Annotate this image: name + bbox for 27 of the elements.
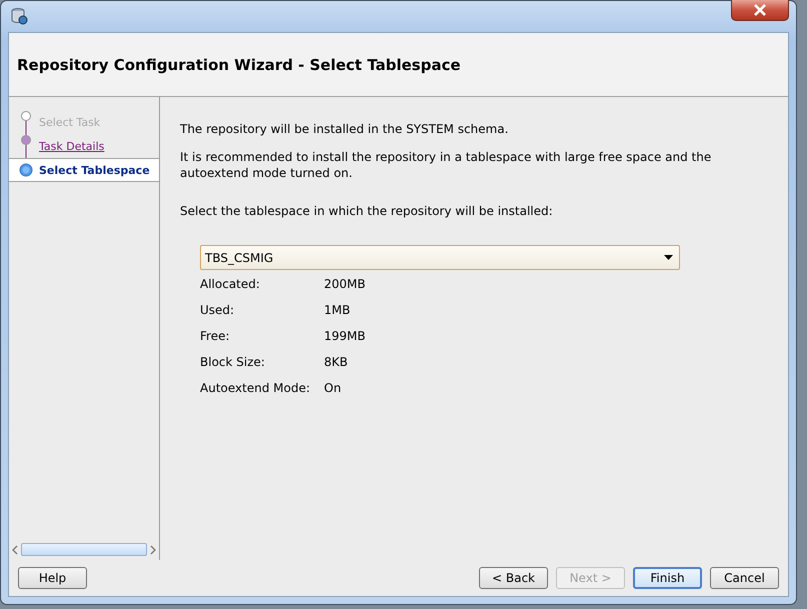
property-value: 200MB (324, 276, 366, 292)
instruction-text: Select the tablespace in which the repository will be installed: (180, 203, 554, 219)
property-label: Autoextend Mode: (200, 380, 311, 396)
wizard-step[interactable]: Select Tablespace (9, 158, 159, 182)
wizard-button[interactable]: Cancel (710, 567, 779, 589)
wizard-button[interactable]: Finish (633, 567, 702, 589)
tablespace-dropdown[interactable]: TBS_CSMIG (200, 245, 680, 270)
property-label: Used: (200, 302, 236, 318)
wizard-title: Repository Configuration Wizard - Select Tablespace (17, 56, 461, 74)
property-label: Allocated: (200, 276, 261, 292)
instruction-text: The repository will be installed in the SYSTEM schema. (180, 121, 510, 137)
property-label: Block Size: (200, 354, 266, 370)
wizard-button[interactable]: < Back (479, 567, 548, 589)
close-icon (753, 4, 767, 16)
scroll-left-icon[interactable] (11, 544, 19, 554)
property-label: Free: (200, 328, 231, 344)
scroll-right-icon[interactable] (149, 544, 157, 554)
wizard-step[interactable]: Task Details (9, 134, 159, 158)
property-value: 8KB (324, 354, 349, 370)
instruction-text: It is recommended to install the repository in a tablespace with large free space and the autoextend mode turned on. (180, 149, 712, 181)
property-value: 199MB (324, 328, 366, 344)
property-value: On (324, 380, 342, 396)
dropdown-arrow-icon (664, 255, 673, 260)
close-button[interactable] (731, 0, 789, 21)
database-icon (10, 7, 28, 25)
wizard-button[interactable]: Help (18, 567, 87, 589)
property-value: 1MB (324, 302, 352, 318)
